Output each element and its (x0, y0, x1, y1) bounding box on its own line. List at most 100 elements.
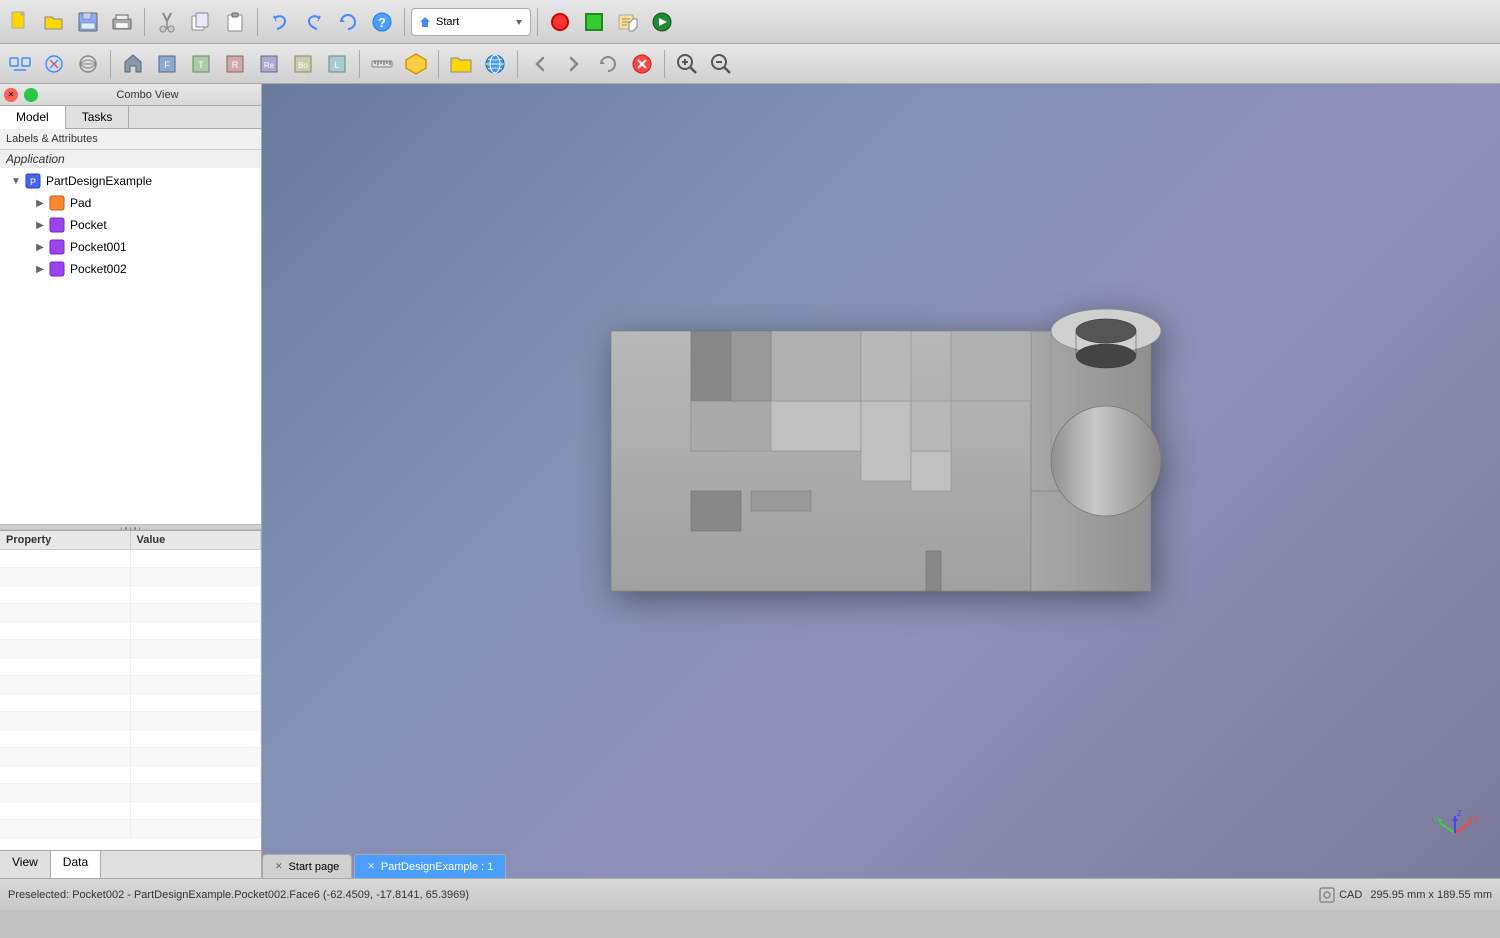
redo-button[interactable] (298, 6, 330, 38)
open-file-button[interactable] (445, 48, 477, 80)
status-bar: Preselected: Pocket002 - PartDesignExamp… (0, 878, 1500, 910)
prop-row-8 (0, 676, 261, 694)
tab-data[interactable]: Data (51, 851, 101, 878)
record-button[interactable] (544, 6, 576, 38)
macro-dropdown[interactable]: Start (411, 8, 531, 36)
tree-arrow-pocket002[interactable]: ▶ (32, 261, 48, 277)
forward-button[interactable] (558, 48, 590, 80)
tree-item-pad[interactable]: ▶ Pad (0, 192, 261, 214)
fit-all-button[interactable] (4, 48, 36, 80)
tab-view[interactable]: View (0, 851, 51, 878)
reload-button[interactable] (592, 48, 624, 80)
separator-part (438, 50, 439, 78)
tree-label-pocket002: Pocket002 (70, 262, 127, 276)
fit-selection-button[interactable] (38, 48, 70, 80)
prop-cell-key-16 (0, 820, 131, 837)
tab-tasks[interactable]: Tasks (66, 106, 130, 128)
svg-text:L: L (334, 60, 339, 70)
separator-2 (257, 8, 258, 36)
prop-cell-val-10 (131, 712, 262, 729)
zoom-out-button[interactable] (705, 48, 737, 80)
copy-button[interactable] (185, 6, 217, 38)
combo-view-header: ✕ Combo View (0, 84, 261, 106)
prop-cell-val-15 (131, 802, 262, 819)
separator-views2 (359, 50, 360, 78)
top-view-button[interactable]: T (185, 48, 217, 80)
home-view-button[interactable] (117, 48, 149, 80)
refresh-button[interactable] (332, 6, 364, 38)
prop-cell-val-2 (131, 568, 262, 585)
viewport[interactable]: X Y Z ✕ Start page ✕ PartDesignExample :… (262, 84, 1500, 878)
prop-row-11 (0, 730, 261, 748)
viewport-tab-start[interactable]: ✕ Start page (262, 854, 352, 878)
rear-view-button[interactable]: Re (253, 48, 285, 80)
viewport-tab-close-part[interactable]: ✕ (367, 861, 375, 872)
application-label: Application (0, 150, 261, 168)
prop-cell-val-16 (131, 820, 262, 837)
prop-cell-key-10 (0, 712, 131, 729)
combo-close-button[interactable]: ✕ (4, 88, 18, 102)
prop-row-14 (0, 784, 261, 802)
close-nav-button[interactable] (626, 48, 658, 80)
prop-row-4 (0, 604, 261, 622)
cut-button[interactable] (151, 6, 183, 38)
svg-text:F: F (164, 60, 170, 70)
new-button[interactable] (4, 6, 36, 38)
prop-cell-val-1 (131, 550, 262, 567)
tree-item-pocket001[interactable]: ▶ Pocket001 (0, 236, 261, 258)
preselected-status: Preselected: Pocket002 - PartDesignExamp… (8, 889, 1311, 901)
separator-nav (664, 50, 665, 78)
viewport-tab-close-start[interactable]: ✕ (275, 861, 283, 872)
svg-text:X: X (1474, 815, 1480, 824)
paste-button[interactable] (219, 6, 251, 38)
svg-text:Re: Re (264, 61, 275, 70)
prop-cell-val-13 (131, 766, 262, 783)
print-button[interactable] (106, 6, 138, 38)
prop-cell-key-5 (0, 622, 131, 639)
prop-cell-key-11 (0, 730, 131, 747)
undo-button[interactable] (264, 6, 296, 38)
zoom-in-button[interactable] (671, 48, 703, 80)
back-button[interactable] (524, 48, 556, 80)
tree-icon-pocket (48, 216, 66, 234)
open-button[interactable] (38, 6, 70, 38)
save-button[interactable] (72, 6, 104, 38)
edit-macro-button[interactable] (612, 6, 644, 38)
tree-arrow-pocket001[interactable]: ▶ (32, 239, 48, 255)
measure-button[interactable] (366, 48, 398, 80)
tree-icon-pocket002 (48, 260, 66, 278)
tree-arrow-pocket[interactable]: ▶ (32, 217, 48, 233)
bottom-view-button[interactable]: Bo (287, 48, 319, 80)
tab-model[interactable]: Model (0, 106, 66, 129)
tree-item-part-design-example[interactable]: ▼ P PartDesignExample (0, 170, 261, 192)
viewport-tab-bar: ✕ Start page ✕ PartDesignExample : 1 (262, 850, 1500, 878)
prop-cell-key-9 (0, 694, 131, 711)
prop-cell-key-15 (0, 802, 131, 819)
separator-web (517, 50, 518, 78)
stop-button[interactable] (578, 6, 610, 38)
part-button[interactable] (400, 48, 432, 80)
combo-float-button[interactable] (24, 88, 38, 102)
tree-item-pocket[interactable]: ▶ Pocket (0, 214, 261, 236)
right-view-button[interactable]: R (219, 48, 251, 80)
prop-row-1 (0, 550, 261, 568)
tree-label-pocket: Pocket (70, 218, 107, 232)
run-macro-button[interactable] (646, 6, 678, 38)
web-button[interactable] (479, 48, 511, 80)
tree-icon-part: P (24, 172, 42, 190)
tree-arrow-part[interactable]: ▼ (8, 173, 24, 189)
svg-text:Z: Z (1457, 809, 1462, 818)
prop-cell-key-4 (0, 604, 131, 621)
help-button[interactable]: ? (366, 6, 398, 38)
prop-cell-val-7 (131, 658, 262, 675)
tree-arrow-pad[interactable]: ▶ (32, 195, 48, 211)
std-view-button[interactable] (72, 48, 104, 80)
front-view-button[interactable]: F (151, 48, 183, 80)
left-view-button[interactable]: L (321, 48, 353, 80)
prop-row-9 (0, 694, 261, 712)
svg-text:Bo: Bo (298, 61, 308, 70)
tree-item-pocket002[interactable]: ▶ Pocket002 (0, 258, 261, 280)
viewport-tab-label-part: PartDesignExample : 1 (381, 861, 494, 873)
viewport-tab-part[interactable]: ✕ PartDesignExample : 1 (354, 854, 506, 878)
tree-icon-pad (48, 194, 66, 212)
